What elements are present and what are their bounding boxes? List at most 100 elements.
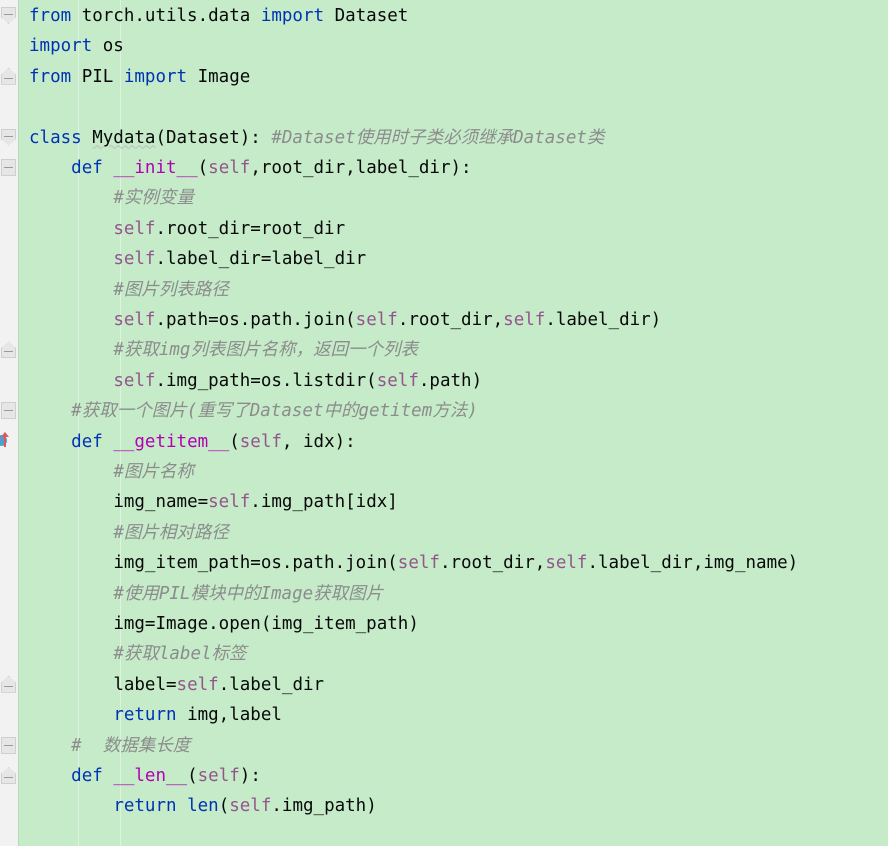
code-token-kw: return [113, 705, 177, 726]
code-line[interactable]: def __init__(self,root_dir,label_dir): [71, 153, 471, 183]
code-token-id: .img_path[idx] [250, 492, 398, 513]
code-token-id [103, 432, 114, 452]
fold-marker-end[interactable] [1, 67, 16, 85]
code-line[interactable]: img_item_path=os.path.join(self.root_dir… [113, 548, 798, 578]
fold-marker-shape [1, 675, 16, 693]
fold-marker-shape [1, 7, 16, 24]
fold-marker-stub[interactable] [1, 402, 16, 420]
code-line[interactable]: from torch.utils.data import Dataset [29, 1, 408, 31]
code-token-id: ( [229, 431, 240, 452]
code-token-id: label= [113, 674, 177, 695]
code-token-id: img_name= [113, 492, 209, 513]
code-line[interactable]: class Mydata(Dataset): #Dataset使用时子类必须继承… [29, 123, 604, 153]
code-token-cm: #获取img列表图片名称，返回一个列表 [113, 340, 418, 361]
code-token-id [103, 158, 114, 178]
code-token-id: .img_path=os.listdir( [155, 370, 377, 391]
code-token-cm: #图片相对路径 [113, 522, 229, 543]
fold-marker-stub[interactable] [1, 159, 16, 176]
code-token-id: .label_dir) [545, 310, 662, 330]
code-token-id: .path=os.path.join( [155, 310, 356, 330]
code-token-cm: #Dataset使用时子类必须继承Dataset类 [271, 127, 605, 148]
overrides-method-icon[interactable] [0, 431, 12, 448]
minus-icon [4, 410, 13, 412]
code-token-self: self [239, 431, 282, 452]
code-line[interactable]: #图片列表路径 [113, 275, 229, 305]
code-token-id: ): [239, 766, 261, 786]
code-line[interactable]: # 数据集长度 [71, 731, 190, 761]
code-line[interactable]: import os [29, 31, 124, 61]
code-token-kw: from [29, 6, 72, 26]
minus-icon [4, 14, 13, 15]
minus-icon [4, 135, 13, 137]
code-line[interactable]: #图片名称 [113, 457, 194, 487]
code-token-id: .label_dir,img_name) [587, 553, 799, 574]
code-token-cm: #使用PIL模块中的Image获取图片 [113, 583, 384, 604]
code-token-id: Dataset [324, 6, 409, 26]
code-line[interactable]: self.path=os.path.join(self.root_dir,sel… [113, 305, 661, 335]
code-token-self: self [503, 310, 546, 330]
fold-marker-end[interactable] [1, 675, 16, 693]
editor-gutter[interactable] [0, 0, 18, 846]
code-token-fn: __init__ [113, 158, 198, 178]
minus-icon [4, 351, 13, 353]
code-token-self: self [113, 249, 156, 270]
fold-marker-shape [1, 128, 16, 146]
code-token-id: ( [197, 158, 209, 178]
code-line[interactable]: img=Image.open(img_item_path) [113, 609, 419, 639]
code-line[interactable]: return len(self.img_path) [113, 791, 376, 821]
code-token-id [103, 766, 114, 786]
code-token-id: (Dataset): [155, 127, 272, 148]
code-token-self: self [208, 492, 251, 513]
code-token-id: torch.utils.data [71, 6, 261, 26]
fold-marker-start[interactable] [1, 128, 16, 146]
code-token-cm: # 数据集长度 [71, 735, 191, 756]
code-line[interactable]: self.root_dir=root_dir [113, 214, 345, 244]
fold-marker-start[interactable] [1, 7, 16, 24]
code-line[interactable]: return img,label [113, 700, 282, 730]
fold-marker-shape [1, 67, 16, 85]
minus-icon [4, 685, 13, 687]
code-viewport[interactable]: from torch.utils.data import Dataset impo… [18, 0, 888, 846]
code-line[interactable]: #使用PIL模块中的Image获取图片 [113, 579, 383, 609]
code-line[interactable]: #图片相对路径 [113, 518, 229, 548]
code-line[interactable]: self.img_path=os.listdir(self.path) [113, 366, 482, 396]
code-line[interactable]: def __len__(self): [71, 761, 261, 791]
minus-icon [4, 744, 13, 746]
overrides-method-icon-part [1, 431, 9, 437]
fold-marker-stub[interactable] [1, 736, 16, 754]
code-token-id: img=Image.open(img_item_path) [113, 614, 419, 634]
code-token-fn: __len__ [113, 766, 188, 786]
code-token-self: self [208, 158, 251, 178]
code-line[interactable]: #实例变量 [113, 183, 194, 213]
code-token-id: os [92, 36, 124, 57]
code-token-kw: import [260, 6, 325, 26]
code-token-id: img,label [176, 705, 282, 726]
fold-marker-shape [1, 767, 16, 784]
code-token-fn: __getitem__ [113, 431, 230, 452]
minus-icon [4, 777, 13, 778]
fold-marker-end[interactable] [1, 767, 16, 784]
indent-guide [18, 0, 19, 846]
code-token-wavy: Mydata [92, 127, 156, 148]
code-line[interactable]: self.label_dir=label_dir [113, 244, 366, 274]
code-line[interactable]: #获取一个图片(重写了Dataset中的getitem方法) [71, 396, 478, 426]
code-token-self: self [176, 674, 219, 695]
code-token-self: self [113, 218, 156, 239]
code-line[interactable]: #获取label标签 [113, 639, 246, 669]
code-line[interactable]: from PIL import Image [29, 62, 250, 92]
code-token-kw: def [71, 158, 103, 178]
code-line[interactable]: #获取img列表图片名称，返回一个列表 [113, 335, 418, 365]
code-line[interactable] [29, 92, 40, 122]
code-token-self: self [355, 310, 398, 330]
fold-marker-end[interactable] [1, 341, 16, 359]
code-token-self: self [397, 553, 440, 574]
code-line[interactable]: label=self.label_dir [113, 670, 324, 700]
code-token-id [177, 796, 188, 816]
code-line[interactable]: img_name=self.img_path[idx] [113, 487, 398, 517]
code-token-id: Image [187, 66, 251, 87]
code-token-id: .label_dir [218, 674, 325, 695]
code-token-kw: return [113, 796, 177, 817]
code-editor[interactable]: from torch.utils.data import Dataset impo… [0, 0, 888, 846]
code-line[interactable]: def __getitem__(self, idx): [71, 427, 356, 457]
code-token-self: self [113, 310, 156, 330]
